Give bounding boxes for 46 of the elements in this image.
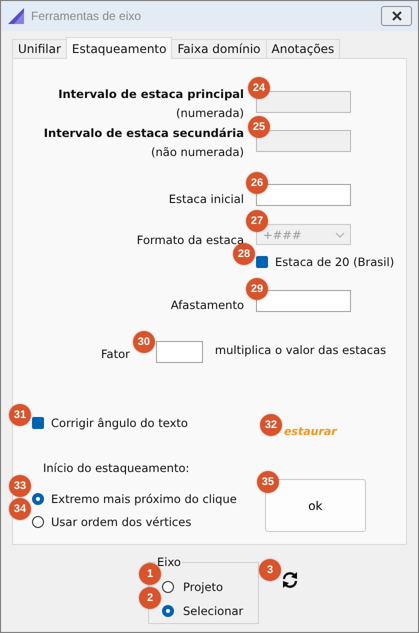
number-badge: 27 [246, 210, 268, 232]
group-title: Início do estaqueamento: [43, 461, 190, 475]
checkbox-label: Corrigir ângulo do texto [51, 416, 188, 430]
number-badge: 25 [248, 116, 270, 138]
field-note: (numerada) [176, 105, 244, 122]
close-icon [390, 11, 404, 21]
refresh-icon[interactable] [281, 571, 299, 589]
field-label: Estaca inicial [168, 191, 244, 208]
hint-text: multiplica o valor das estacas [214, 343, 386, 357]
number-badge: 24 [248, 77, 270, 99]
number-badge: 3 [259, 559, 281, 581]
number-badge: 35 [256, 471, 279, 493]
chevron-down-icon [335, 232, 345, 238]
field-label: Fator [101, 347, 130, 361]
number-badge: 31 [9, 404, 31, 426]
checkbox[interactable] [32, 417, 44, 429]
field-label: Intervalo de estaca secundária [44, 125, 244, 142]
group-title: Eixo [156, 555, 182, 569]
number-badge: 29 [246, 278, 268, 300]
number-badge: 34 [9, 498, 31, 520]
tab[interactable]: Estaqueamento [66, 37, 172, 59]
field-label: Afastamento [170, 297, 244, 314]
radio-label: Usar ordem dos vértices [51, 514, 192, 528]
number-badge: 2 [139, 587, 161, 609]
radio-button[interactable] [32, 516, 44, 528]
tab[interactable]: Anotações [266, 39, 340, 58]
input-field[interactable] [156, 341, 203, 363]
checkbox-label: Estaca de 20 (Brasil) [275, 255, 394, 269]
radio-button[interactable] [32, 492, 44, 504]
close-button[interactable] [381, 6, 412, 26]
checkbox[interactable] [256, 256, 268, 268]
radio-label: Extremo mais próximo do clique [51, 492, 237, 506]
window-title: Ferramentas de eixo [31, 9, 142, 23]
number-badge: 32 [260, 414, 282, 436]
radio-button[interactable] [162, 605, 174, 617]
field-note: (não numerada) [151, 144, 244, 161]
tab[interactable]: Unifilar [12, 39, 67, 58]
number-badge: 30 [132, 331, 155, 353]
field-label: Intervalo de estaca principal [58, 86, 244, 103]
number-badge: 33 [9, 475, 31, 497]
number-badge: 26 [246, 172, 268, 194]
logo-icon [7, 7, 25, 25]
radio-button[interactable] [162, 581, 174, 593]
radio-label: Projeto [183, 580, 224, 594]
radio-label: Selecionar [183, 604, 244, 618]
number-badge: 28 [233, 243, 255, 265]
